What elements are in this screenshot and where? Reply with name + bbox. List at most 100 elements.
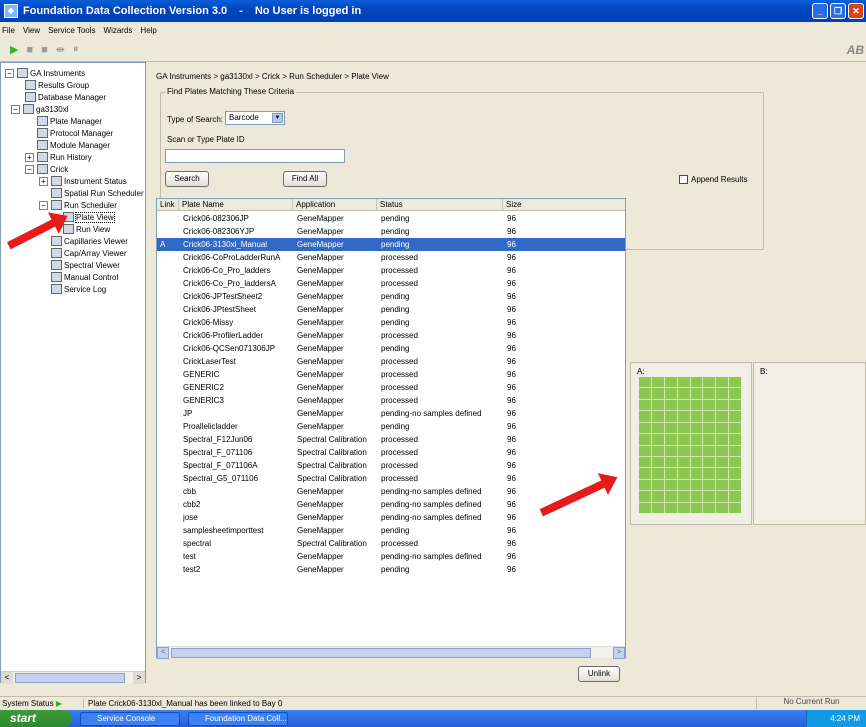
plate-well[interactable] <box>729 502 741 513</box>
table-row[interactable]: A Crick06-3130xl_Manual GeneMapper pending 9… <box>157 238 625 251</box>
tree-item-instrument-status[interactable]: + Instrument Status <box>39 175 127 187</box>
taskbar-item-foundation-data[interactable]: Foundation Data Coll... <box>188 711 288 726</box>
taskbar-item-service-console[interactable]: Service Console <box>80 711 180 726</box>
table-row[interactable]: test GeneMapper pending-no samples defined… <box>157 550 625 563</box>
table-row[interactable]: GENERIC GeneMapper processed 96 <box>157 368 625 381</box>
table-row[interactable]: Crick06-JPTestSheet2 GeneMapper pending 96 <box>157 290 625 303</box>
plate-well[interactable] <box>716 491 729 502</box>
plate-well[interactable] <box>690 491 703 502</box>
plate-well[interactable] <box>651 411 664 422</box>
tree-item-cap-array-viewer[interactable]: Cap/Array Viewer <box>51 247 127 259</box>
tree-horizontal-scrollbar[interactable]: < > <box>1 671 145 684</box>
tree-item-manual-control[interactable]: Manual Control <box>51 271 118 283</box>
plate-well[interactable] <box>677 445 690 456</box>
scroll-left-icon[interactable]: < <box>157 647 169 659</box>
table-row[interactable]: Crick06-ProfilerLadder GeneMapper processe… <box>157 329 625 342</box>
plate-well[interactable] <box>703 456 716 468</box>
plate-well[interactable] <box>664 434 677 445</box>
plate-well[interactable] <box>716 377 729 388</box>
tree-item-crick[interactable]: − Crick <box>25 163 68 175</box>
tree-item-root[interactable]: − GA Instruments <box>5 67 85 79</box>
expand-icon[interactable]: + <box>39 176 48 186</box>
plate-well[interactable] <box>651 377 664 388</box>
plate-well[interactable] <box>729 479 741 491</box>
append-results-option[interactable]: Append Results <box>679 175 747 184</box>
plate-well[interactable] <box>664 399 677 411</box>
plate-well[interactable] <box>703 411 716 422</box>
tree-item-results-group[interactable]: Results Group <box>25 79 89 91</box>
plate-well[interactable] <box>716 479 729 491</box>
plate-well[interactable] <box>664 502 677 513</box>
plate-well[interactable] <box>703 479 716 491</box>
plate-well[interactable] <box>703 399 716 411</box>
table-row[interactable]: Crick06-JPtestSheet GeneMapper pending 96 <box>157 303 625 316</box>
table-row[interactable]: jose GeneMapper pending-no samples defined… <box>157 511 625 524</box>
plate-well[interactable] <box>729 491 741 502</box>
plate-well[interactable] <box>703 434 716 445</box>
plate-well[interactable] <box>703 445 716 456</box>
plate-well[interactable] <box>664 411 677 422</box>
plate-well[interactable] <box>639 422 651 434</box>
plate-well[interactable] <box>664 445 677 456</box>
plate-a-well-grid[interactable] <box>639 377 741 513</box>
column-header-status[interactable]: Status <box>377 199 503 211</box>
plate-well[interactable] <box>716 502 729 513</box>
plate-well[interactable] <box>651 422 664 434</box>
tree-item-instrument[interactable]: − ga3130xl <box>11 103 68 115</box>
table-row[interactable]: Proallelicladder GeneMapper pending 96 <box>157 420 625 433</box>
table-row[interactable]: CrickLaserTest GeneMapper processed 96 <box>157 355 625 368</box>
plate-well[interactable] <box>677 491 690 502</box>
plate-well[interactable] <box>639 377 651 388</box>
find-all-button[interactable]: Find All <box>283 171 327 187</box>
tree-item-database-manager[interactable]: Database Manager <box>25 91 106 103</box>
system-status-label[interactable]: System Status ▶ <box>0 698 84 708</box>
abort-icon[interactable]: ■ <box>41 44 48 56</box>
tree-item-module-manager[interactable]: Module Manager <box>37 139 110 151</box>
unlink-button[interactable]: Unlink <box>578 666 620 682</box>
expand-icon[interactable]: + <box>25 152 34 162</box>
table-row[interactable]: Spectral_F_071106A Spectral Calibration pr… <box>157 459 625 472</box>
plate-well[interactable] <box>716 422 729 434</box>
plate-well[interactable] <box>729 456 741 468</box>
plate-slot-b[interactable]: B: <box>753 362 866 525</box>
stop-icon[interactable]: ■ <box>26 44 33 56</box>
plate-well[interactable] <box>664 468 677 479</box>
table-row[interactable]: test2 GeneMapper pending 96 <box>157 563 625 576</box>
table-row[interactable]: Crick06-Co_Pro_laddersA GeneMapper process… <box>157 277 625 290</box>
plate-well[interactable] <box>716 434 729 445</box>
plate-well[interactable] <box>690 434 703 445</box>
menu-service-tools[interactable]: Service Tools <box>48 26 95 35</box>
plate-well[interactable] <box>729 399 741 411</box>
plate-well[interactable] <box>664 456 677 468</box>
tree-item-service-log[interactable]: Service Log <box>51 283 106 295</box>
plate-well[interactable] <box>690 456 703 468</box>
plate-well[interactable] <box>690 411 703 422</box>
plate-well[interactable] <box>677 399 690 411</box>
plate-well[interactable] <box>677 434 690 445</box>
plate-well[interactable] <box>729 434 741 445</box>
plate-well[interactable] <box>690 388 703 399</box>
table-row[interactable]: Spectral_G5_071106 Spectral Calibration pr… <box>157 472 625 485</box>
search-button[interactable]: Search <box>165 171 209 187</box>
plate-well[interactable] <box>639 388 651 399</box>
plate-well[interactable] <box>677 411 690 422</box>
plate-well[interactable] <box>716 388 729 399</box>
plate-well[interactable] <box>716 399 729 411</box>
table-row[interactable]: JP GeneMapper pending-no samples defined 96 <box>157 407 625 420</box>
plate-well[interactable] <box>677 422 690 434</box>
maximize-button[interactable]: ❐ <box>830 3 846 19</box>
plate-well[interactable] <box>729 411 741 422</box>
collapse-icon[interactable]: − <box>11 104 20 114</box>
plate-well[interactable] <box>651 502 664 513</box>
plate-well[interactable] <box>729 377 741 388</box>
pause-icon[interactable]: ⏸ <box>73 43 79 56</box>
tree-item-run-scheduler[interactable]: − Run Scheduler <box>39 199 117 211</box>
scroll-right-icon[interactable]: > <box>613 647 625 659</box>
plate-well[interactable] <box>729 445 741 456</box>
plate-id-input[interactable] <box>165 149 345 163</box>
play-icon[interactable]: ▶ <box>10 43 18 56</box>
plate-well[interactable] <box>677 502 690 513</box>
plate-well[interactable] <box>703 422 716 434</box>
table-row[interactable]: samplesheetimporttest GeneMapper pending 96 <box>157 524 625 537</box>
table-row[interactable]: spectral Spectral Calibration processed 96 <box>157 537 625 550</box>
